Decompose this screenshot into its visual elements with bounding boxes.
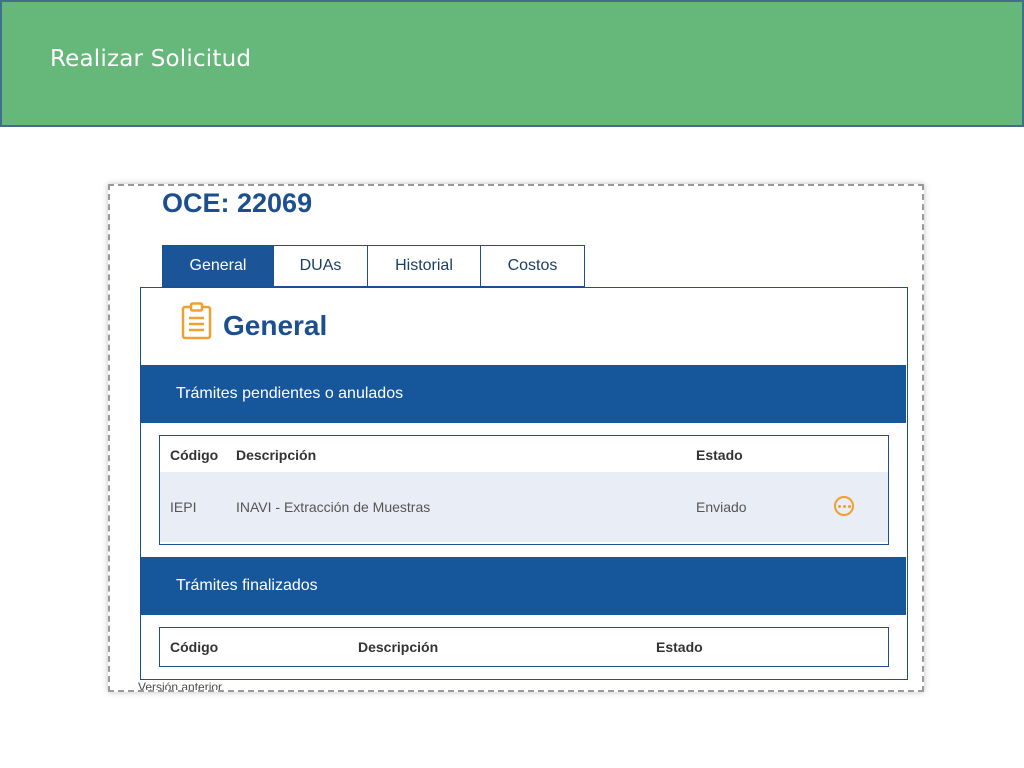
row-description: INAVI - Extracción de Muestras — [236, 499, 431, 515]
finished-table: Código Descripción Estado — [159, 627, 889, 667]
tab-general[interactable]: General — [162, 245, 274, 287]
column-header-status: Estado — [656, 639, 703, 655]
more-options-icon[interactable] — [834, 496, 854, 516]
column-header-status: Estado — [696, 447, 743, 463]
previous-version-link[interactable]: Versión anterior — [138, 680, 222, 690]
tab-bar: General DUAs Historial Costos — [162, 245, 585, 287]
column-header-description: Descripción — [358, 639, 439, 655]
table-row: IEPI INAVI - Extracción de Muestras Envi… — [160, 472, 888, 542]
row-status: Enviado — [696, 499, 747, 515]
column-header-code: Código — [170, 447, 219, 463]
column-header-code: Código — [170, 639, 219, 655]
row-code: IEPI — [170, 499, 197, 515]
table-header: Código Descripción Estado — [160, 628, 888, 664]
clipboard-icon — [181, 302, 212, 340]
tab-costos[interactable]: Costos — [481, 245, 585, 287]
general-panel: General Trámites pendientes o anulados C… — [140, 287, 908, 680]
tab-duas[interactable]: DUAs — [274, 245, 368, 287]
banner-title: Realizar Solicitud — [50, 46, 252, 72]
finished-section-header: Trámites finalizados — [141, 557, 906, 615]
tab-historial[interactable]: Historial — [368, 245, 481, 287]
column-header-description: Descripción — [236, 447, 317, 463]
table-header: Código Descripción Estado — [160, 436, 888, 472]
screenshot-frame: OCE: 22069 General DUAs Historial Costos… — [108, 184, 924, 692]
section-title: General — [223, 310, 328, 341]
pending-table: Código Descripción Estado IEPI INAVI - E… — [159, 435, 889, 545]
page-title: OCE: 22069 — [162, 188, 313, 218]
header-banner: Realizar Solicitud — [0, 0, 1024, 127]
pending-section-header: Trámites pendientes o anulados — [141, 365, 906, 423]
